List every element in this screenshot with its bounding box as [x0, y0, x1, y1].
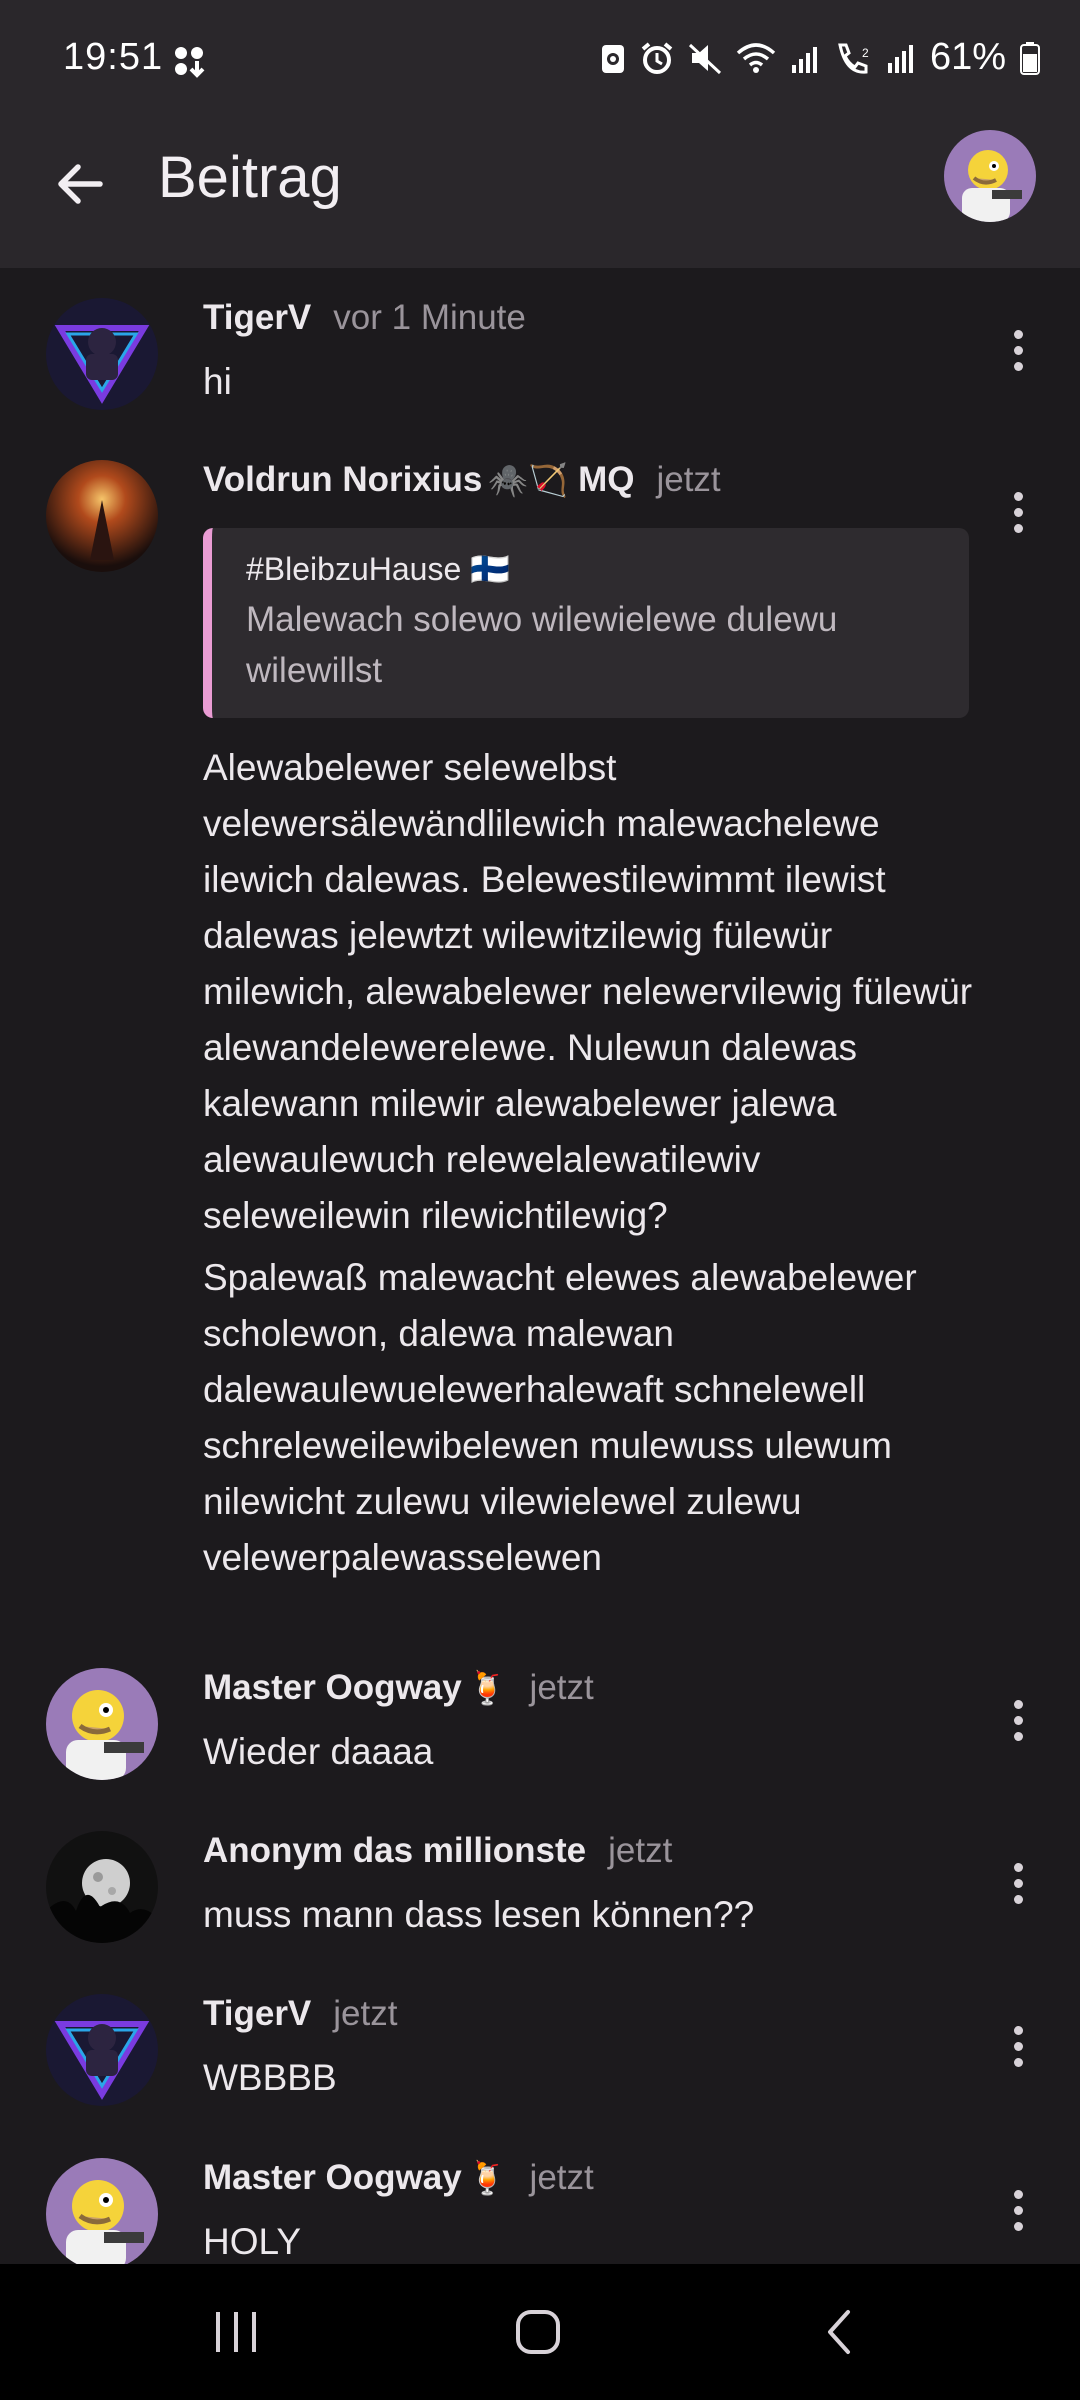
more-options-button[interactable] — [998, 1851, 1038, 1915]
username[interactable]: TigerV — [203, 1994, 311, 2034]
app-bar: Beitrag — [0, 120, 1080, 268]
comment-text: Wieder daaaa — [203, 1731, 434, 1772]
timestamp: jetzt — [529, 1668, 594, 1707]
more-options-button[interactable] — [998, 318, 1038, 382]
comment-body: Anonym das millionste jetzt muss mann da… — [203, 1831, 973, 1943]
system-nav-bar — [0, 2264, 1080, 2400]
more-options-button[interactable] — [998, 2014, 1038, 2078]
page-title: Beitrag — [158, 145, 342, 210]
more-options-button[interactable] — [998, 2178, 1038, 2242]
data-saver-icon — [601, 44, 624, 73]
quote-hashtag[interactable]: #BleibzuHause 🇫🇮 — [246, 550, 939, 588]
sync-icon — [175, 47, 205, 78]
home-icon — [516, 2310, 560, 2354]
comment-text: Alewabelewer selewelbst velewersälewändl… — [203, 740, 973, 1586]
status-time: 19:51 — [63, 36, 164, 78]
back-button[interactable] — [44, 148, 116, 220]
avatar[interactable] — [46, 1668, 158, 1780]
comment-header: Voldrun Norixius 🕷️🏹 MQ jetzt — [203, 460, 973, 508]
comment-paragraph: Alewabelewer selewelbst velewersälewändl… — [203, 747, 973, 1236]
user-emoji: 🍹 — [467, 2160, 508, 2196]
comment-body: Master Oogway 🍹 jetzt Wieder daaaa — [203, 1668, 973, 1780]
recent-apps-icon — [216, 2312, 256, 2352]
comment-header: Master Oogway 🍹 jetzt — [203, 1668, 973, 1716]
comment-header: Anonym das millionste jetzt — [203, 1831, 973, 1879]
user-badge: MQ — [578, 460, 635, 499]
avatar[interactable] — [46, 1994, 158, 2106]
username[interactable]: Master Oogway — [203, 2158, 462, 2198]
status-icons: 2 61% — [600, 36, 1040, 79]
profile-avatar[interactable] — [944, 130, 1036, 222]
wifi-calling-icon: 2 — [838, 43, 869, 74]
timestamp: vor 1 Minute — [333, 298, 526, 337]
status-bar: 19:51 2 61% — [0, 0, 1080, 120]
comment-text: HOLY — [203, 2221, 302, 2262]
username[interactable]: Master Oogway — [203, 1668, 462, 1708]
comment-body: Master Oogway 🍹 jetzt HOLY — [203, 2158, 973, 2264]
alarm-icon — [641, 41, 673, 74]
comment-paragraph: Spalewaß malewacht elewes alewabelewer s… — [203, 1257, 917, 1578]
timestamp: jetzt — [333, 1994, 398, 2033]
avatar[interactable] — [46, 2158, 158, 2264]
comment-body: TigerV jetzt WBBBB — [203, 1994, 973, 2106]
mute-icon — [688, 43, 721, 74]
username[interactable]: Voldrun Norixius — [203, 460, 482, 500]
timestamp: jetzt — [656, 460, 721, 499]
signal-icon — [791, 46, 817, 73]
battery-icon — [1020, 41, 1040, 75]
comment-body: TigerV vor 1 Minute hi — [203, 298, 973, 410]
quote-block[interactable]: #BleibzuHause 🇫🇮 Malewach solewo wilewie… — [203, 528, 969, 718]
avatar[interactable] — [46, 1831, 158, 1943]
system-back-button[interactable] — [800, 2294, 880, 2370]
username[interactable]: Anonym das millionste — [203, 1831, 586, 1871]
svg-text:2: 2 — [862, 46, 869, 60]
more-options-button[interactable] — [998, 1688, 1038, 1752]
avatar[interactable] — [46, 298, 158, 410]
more-options-button[interactable] — [998, 480, 1038, 544]
wifi-icon — [736, 42, 776, 73]
comment-header: TigerV jetzt — [203, 1994, 973, 2042]
recent-apps-button[interactable] — [196, 2294, 276, 2370]
comment-header: Master Oogway 🍹 jetzt — [203, 2158, 973, 2206]
avatar[interactable] — [46, 460, 158, 572]
comment-header: TigerV vor 1 Minute — [203, 298, 973, 346]
comment-text: WBBBB — [203, 2057, 337, 2098]
quote-text: Malewach solewo wilewielewe dulewu wilew… — [246, 600, 838, 690]
back-icon — [828, 2310, 850, 2354]
user-emoji: 🍹 — [467, 1670, 508, 1706]
timestamp: jetzt — [529, 2158, 594, 2197]
battery-percent: 61% — [929, 36, 1006, 78]
comment-text: hi — [203, 361, 232, 402]
comment-text: muss mann dass lesen können?? — [203, 1894, 755, 1935]
home-button[interactable] — [498, 2294, 578, 2370]
signal-r-icon — [887, 44, 913, 73]
username[interactable]: TigerV — [203, 298, 311, 338]
user-emoji: 🕷️🏹 — [488, 462, 569, 498]
comment-body: Voldrun Norixius 🕷️🏹 MQ jetzt #BleibzuHa… — [203, 460, 973, 1586]
arrow-left-icon — [58, 164, 103, 204]
comment-feed[interactable]: TigerV vor 1 Minute hi Voldrun Norixius … — [0, 268, 1080, 2264]
timestamp: jetzt — [608, 1831, 673, 1870]
